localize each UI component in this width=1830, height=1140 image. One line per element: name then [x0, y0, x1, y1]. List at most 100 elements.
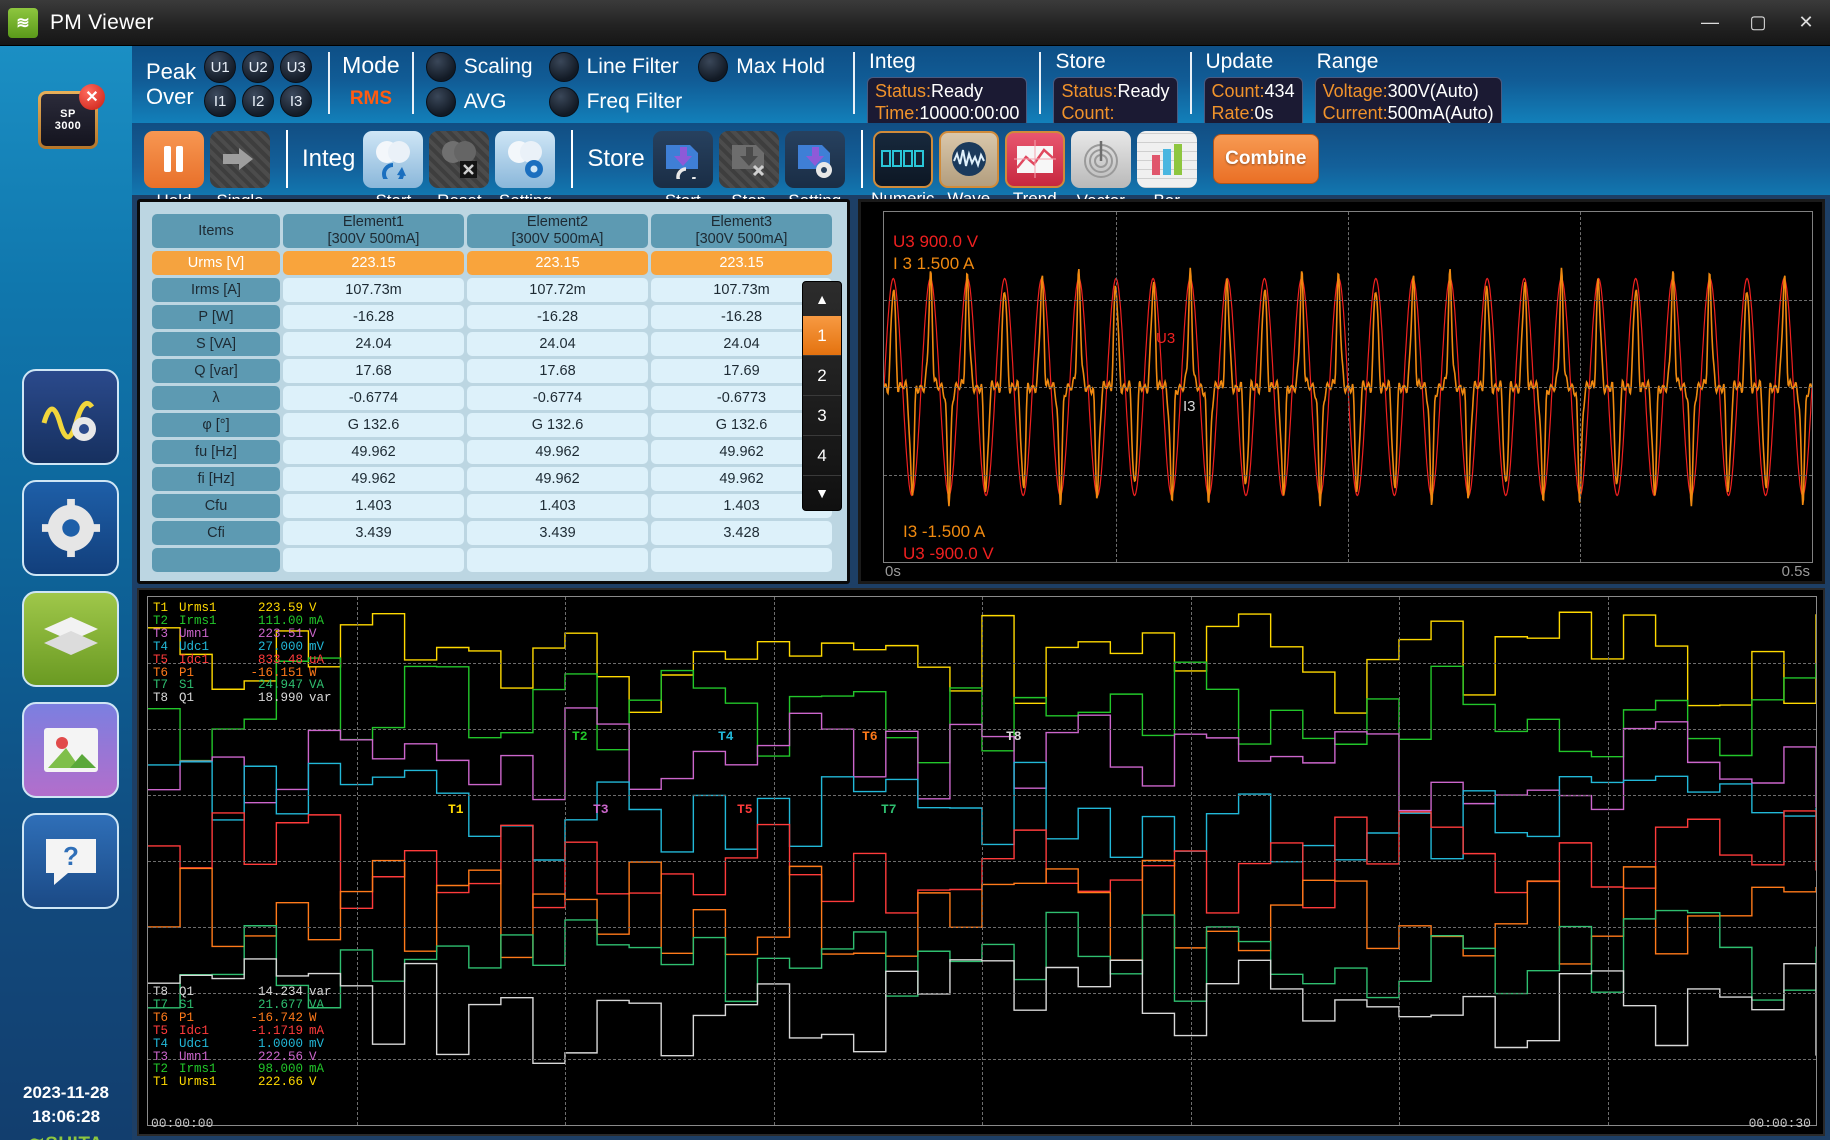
hold-button[interactable]: Hold [144, 131, 204, 188]
row-label: P [W] [152, 305, 280, 329]
store-start-icon [662, 139, 704, 179]
legend-row: T7S121.677VA [153, 999, 337, 1012]
legend-row: T6P1-16.742W [153, 1012, 337, 1025]
page-spinner: ▲ 1 2 3 4 ▼ [802, 281, 842, 511]
led-u2: U2 [242, 51, 274, 83]
integ-start-button[interactable]: Start [363, 131, 423, 188]
divider [861, 130, 863, 188]
trend-panel[interactable]: T1T2T3T4T5T6T7T8 T1Urms1223.59VT2Irms111… [137, 588, 1825, 1136]
legend-trace-name: Q1 [179, 986, 241, 999]
grid-line [884, 387, 1812, 388]
legend-row: T1Urms1222.66V [153, 1076, 337, 1089]
combine-button[interactable]: Combine [1213, 134, 1319, 184]
led-i3: I3 [280, 85, 312, 117]
legend-trace-name: P1 [179, 1012, 241, 1025]
header-element2-title: Element2 [467, 214, 648, 231]
wave-label-u3-min: U3 -900.0 V [903, 544, 994, 564]
page-2-button[interactable]: 2 [803, 356, 841, 396]
wave-plot-area [883, 211, 1813, 563]
store-start-button[interactable]: Start [653, 131, 713, 188]
legend-trace-name: Irms1 [179, 615, 241, 628]
legend-trace-id: T4 [153, 641, 179, 654]
range-group: Range Voltage:300V(Auto) Current:500mA(A… [1315, 46, 1502, 128]
cell-value: 49.962 [467, 440, 648, 464]
view-wave-button[interactable]: Wave [939, 131, 999, 188]
sidebar-item-image-capture[interactable] [22, 702, 119, 798]
sidebar-item-settings[interactable] [22, 480, 119, 576]
trend-marker: T3 [593, 802, 609, 817]
table-row: λ -0.6774 -0.6774 -0.6773 [152, 386, 835, 410]
integ-reset-button[interactable]: Reset [429, 131, 489, 188]
range-voltage-value: 300V(Auto) [1388, 81, 1479, 101]
grid-line [148, 993, 1816, 994]
grid-line [148, 795, 1816, 796]
legend-trace-unit: VA [303, 999, 337, 1012]
cell-value: 107.73m [283, 278, 464, 302]
cell-value: 223.15 [467, 251, 648, 275]
pause-icon [163, 146, 185, 172]
range-current-value: 500mA(Auto) [1388, 103, 1494, 123]
device-icon[interactable]: SP 3000 ✕ [38, 91, 98, 149]
legend-trace-name: Idc1 [179, 1025, 241, 1038]
integ-setting-button[interactable]: Setting [495, 131, 555, 188]
legend-trace-unit: mA [303, 1025, 337, 1038]
cell-value: -16.28 [283, 305, 464, 329]
trend-time-start: 00:00:00 [151, 1116, 213, 1131]
page-3-button[interactable]: 3 [803, 396, 841, 436]
peak-over-label: Peak Over [146, 59, 204, 109]
legend-trace-value: 18.990 [241, 692, 303, 705]
layers-icon [40, 613, 102, 665]
single-button[interactable]: Single [210, 131, 270, 188]
store-setting-button[interactable]: Setting [785, 131, 845, 188]
option-freq-filter[interactable]: Freq Filter [549, 87, 683, 117]
option-line-filter[interactable]: Line Filter [549, 52, 683, 82]
legend-trace-unit: mV [303, 641, 337, 654]
header-items: Items [152, 214, 280, 248]
page-down-button[interactable]: ▼ [803, 476, 841, 510]
cell-value: 107.72m [467, 278, 648, 302]
option-avg[interactable]: AVG [426, 87, 533, 117]
option-scaling[interactable]: Scaling [426, 52, 533, 82]
table-row: Urms [V] 223.15 223.15 223.15 [152, 251, 835, 275]
brand-logo: ≋SUITA [0, 1133, 132, 1140]
update-status-group: Update Count:434 Rate:0s [1204, 46, 1303, 128]
legend-trace-unit: V [303, 1076, 337, 1089]
row-label: φ [°] [152, 413, 280, 437]
trend-marker: T2 [572, 729, 588, 744]
legend-trace-value: 1.0000 [241, 1038, 303, 1051]
page-4-button[interactable]: 4 [803, 436, 841, 476]
view-numeric-button[interactable]: Numeric [873, 131, 933, 188]
legend-trace-value: 223.51 [241, 628, 303, 641]
cell-value: G 132.6 [283, 413, 464, 437]
close-icon[interactable]: ✕ [1782, 1, 1830, 45]
sidebar-item-waveform-settings[interactable] [22, 369, 119, 465]
store-stop-button[interactable]: Stop [719, 131, 779, 188]
integ-setting-icon [504, 139, 546, 179]
sidebar-item-layers[interactable] [22, 591, 119, 687]
wave-panel[interactable]: U3 900.0 V I 3 1.500 A I3 -1.500 A U3 -9… [858, 199, 1825, 584]
header-element3-range: [300V 500mA] [651, 231, 832, 248]
row-label: S [VA] [152, 332, 280, 356]
minimize-icon[interactable]: — [1686, 1, 1734, 45]
page-up-button[interactable]: ▲ [803, 282, 841, 316]
page-1-button[interactable]: 1 [803, 316, 841, 356]
cell-value: 49.962 [283, 467, 464, 491]
wave-time-start: 0s [885, 563, 901, 580]
view-trend-button[interactable]: Trend [1005, 131, 1065, 188]
title-bar: ≋ PM Viewer — ▢ ✕ [0, 0, 1830, 46]
row-label: Urms [V] [152, 251, 280, 275]
view-bar-button[interactable]: Bar [1137, 131, 1197, 188]
integ-time-value: 10000:00:00 [919, 103, 1019, 123]
legend-trace-id: T5 [153, 1025, 179, 1038]
legend-trace-name: Udc1 [179, 641, 241, 654]
option-scaling-label: Scaling [464, 55, 533, 79]
integ-status-title: Integ [867, 50, 1027, 74]
grid-line [884, 300, 1812, 301]
maximize-icon[interactable]: ▢ [1734, 1, 1782, 45]
sidebar-item-help[interactable]: ? [22, 813, 119, 909]
option-max-hold[interactable]: Max Hold [698, 46, 825, 82]
table-row: Q [var] 17.68 17.68 17.69 [152, 359, 835, 383]
divider [571, 130, 573, 188]
cell-empty [283, 548, 464, 572]
view-vector-button[interactable]: Vector [1071, 131, 1131, 188]
